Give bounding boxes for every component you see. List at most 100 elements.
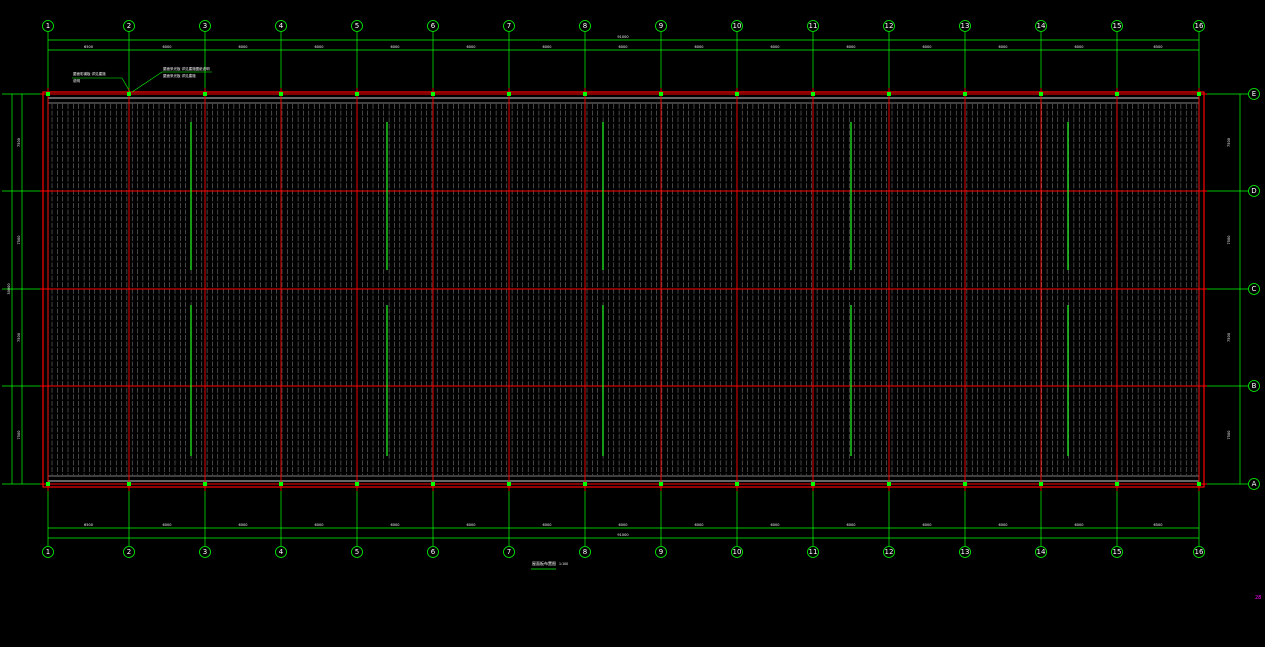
col-axis-bottom-1-label: 1 [46, 548, 50, 556]
left-row-dim: 7500 [17, 138, 21, 147]
top-bay-dim: 6000 [543, 45, 552, 49]
row-axis-right-B-label: B [1252, 382, 1257, 390]
col-axis-top-3-label: 3 [203, 22, 207, 30]
top-bay-dim: 6000 [847, 45, 856, 49]
bottom-overall-dim: 91000 [617, 533, 628, 537]
left-note-leader [72, 77, 131, 93]
top-bay-dim: 6000 [315, 45, 324, 49]
top-bay-dim: 6000 [619, 45, 628, 49]
col-axis-bottom-15-label: 15 [1113, 548, 1122, 556]
bottom-bay-dim: 6000 [467, 523, 476, 527]
column-marker [735, 482, 739, 486]
column-marker [46, 92, 50, 96]
col-axis-bottom-10-label: 10 [733, 548, 742, 556]
col-axis-bottom-4-label: 4 [279, 548, 284, 556]
col-axis-bottom-6-label: 6 [431, 548, 436, 556]
column-marker [1197, 482, 1201, 486]
column-marker [507, 482, 511, 486]
column-marker [279, 482, 283, 486]
plan-scale: 1:100 [559, 562, 568, 566]
column-marker [127, 482, 131, 486]
column-marker [1115, 482, 1119, 486]
top-bay-dim: 6000 [163, 45, 172, 49]
col-axis-top-12-label: 12 [885, 22, 894, 30]
col-axis-bottom-3-label: 3 [203, 548, 207, 556]
column-marker [1197, 92, 1201, 96]
col-axis-top-2-label: 2 [127, 22, 131, 30]
bottom-bay-dim: 6000 [1075, 523, 1084, 527]
top-overall-dim: 91000 [617, 35, 628, 39]
top-bay-dim: 6000 [391, 45, 400, 49]
col-axis-top-6-label: 6 [431, 22, 436, 30]
col-axis-top-13-label: 13 [961, 22, 970, 30]
column-marker [46, 482, 50, 486]
column-marker [659, 92, 663, 96]
col-axis-bottom-12-label: 12 [885, 548, 894, 556]
bottom-bay-dim: 6000 [771, 523, 780, 527]
column-marker [431, 482, 435, 486]
top-bay-dim: 6000 [1075, 45, 1084, 49]
bottom-bay-dim: 6000 [695, 523, 704, 527]
row-axis-right-E-label: E [1252, 90, 1256, 98]
column-marker [1039, 92, 1043, 96]
col-axis-top-1-label: 1 [46, 22, 50, 30]
column-marker [127, 92, 131, 96]
right-row-dim: 7500 [1227, 431, 1231, 440]
col-axis-bottom-16-label: 16 [1195, 548, 1204, 556]
col-axis-top-4-label: 4 [279, 22, 284, 30]
right-row-dim: 7500 [1227, 333, 1231, 342]
column-marker [279, 92, 283, 96]
col-axis-top-8-label: 8 [583, 22, 587, 30]
col-axis-top-11-label: 11 [809, 22, 818, 30]
column-marker [963, 482, 967, 486]
plan-title: 屋面板布置图 [532, 560, 556, 566]
bottom-bay-dim: 6500 [1154, 523, 1163, 527]
column-marker [1039, 482, 1043, 486]
col-axis-top-5-label: 5 [355, 22, 359, 30]
col-axis-top-14-label: 14 [1037, 22, 1046, 30]
bottom-bay-dim: 6000 [543, 523, 552, 527]
col-axis-bottom-14-label: 14 [1037, 548, 1046, 556]
col-axis-bottom-11-label: 11 [809, 548, 818, 556]
right-note-line2: 屋面采光板 详见建施 [163, 73, 196, 78]
top-bay-dim: 6500 [1154, 45, 1163, 49]
left-note-line1: 屋面彩钢板 详见建施 [73, 71, 106, 76]
col-axis-bottom-7-label: 7 [507, 548, 511, 556]
column-marker [355, 92, 359, 96]
left-overall-dim: 30000 [7, 283, 11, 294]
column-marker [203, 92, 207, 96]
top-bay-dim: 6000 [923, 45, 932, 49]
col-axis-bottom-8-label: 8 [583, 548, 587, 556]
bottom-bay-dim: 6000 [999, 523, 1008, 527]
column-marker [735, 92, 739, 96]
column-marker [507, 92, 511, 96]
bottom-bay-dim: 6000 [315, 523, 324, 527]
roof-panel-field [51, 104, 1198, 475]
column-marker [963, 92, 967, 96]
left-row-dim: 7500 [17, 333, 21, 342]
col-axis-top-7-label: 7 [507, 22, 511, 30]
column-marker [583, 482, 587, 486]
structural-grid [40, 88, 1207, 491]
top-bay-dim: 6000 [771, 45, 780, 49]
row-axis-right-A-label: A [1252, 480, 1257, 488]
column-marker [659, 482, 663, 486]
column-marker [203, 482, 207, 486]
left-note-line2: 说明 [73, 78, 80, 83]
left-row-dim: 7500 [17, 236, 21, 245]
top-bay-dim: 6500 [84, 45, 93, 49]
top-bay-dim: 6000 [467, 45, 476, 49]
bottom-bay-dim: 6500 [84, 523, 93, 527]
column-marker [887, 92, 891, 96]
bottom-bay-dim: 6000 [391, 523, 400, 527]
col-axis-top-9-label: 9 [659, 22, 663, 30]
right-row-dim: 7500 [1227, 236, 1231, 245]
bottom-bay-dim: 6000 [163, 523, 172, 527]
col-axis-top-10-label: 10 [733, 22, 742, 30]
outer-wall-outline [42, 91, 1205, 488]
row-axis-right-C-label: C [1252, 285, 1257, 293]
leader-notes: 屋面彩钢板 详见建施 说明 屋面采光板 详见建施图纸说明 屋面采光板 详见建施 [72, 66, 212, 93]
top-bay-dim: 6000 [239, 45, 248, 49]
right-row-dim: 7500 [1227, 138, 1231, 147]
col-axis-bottom-2-label: 2 [127, 548, 131, 556]
